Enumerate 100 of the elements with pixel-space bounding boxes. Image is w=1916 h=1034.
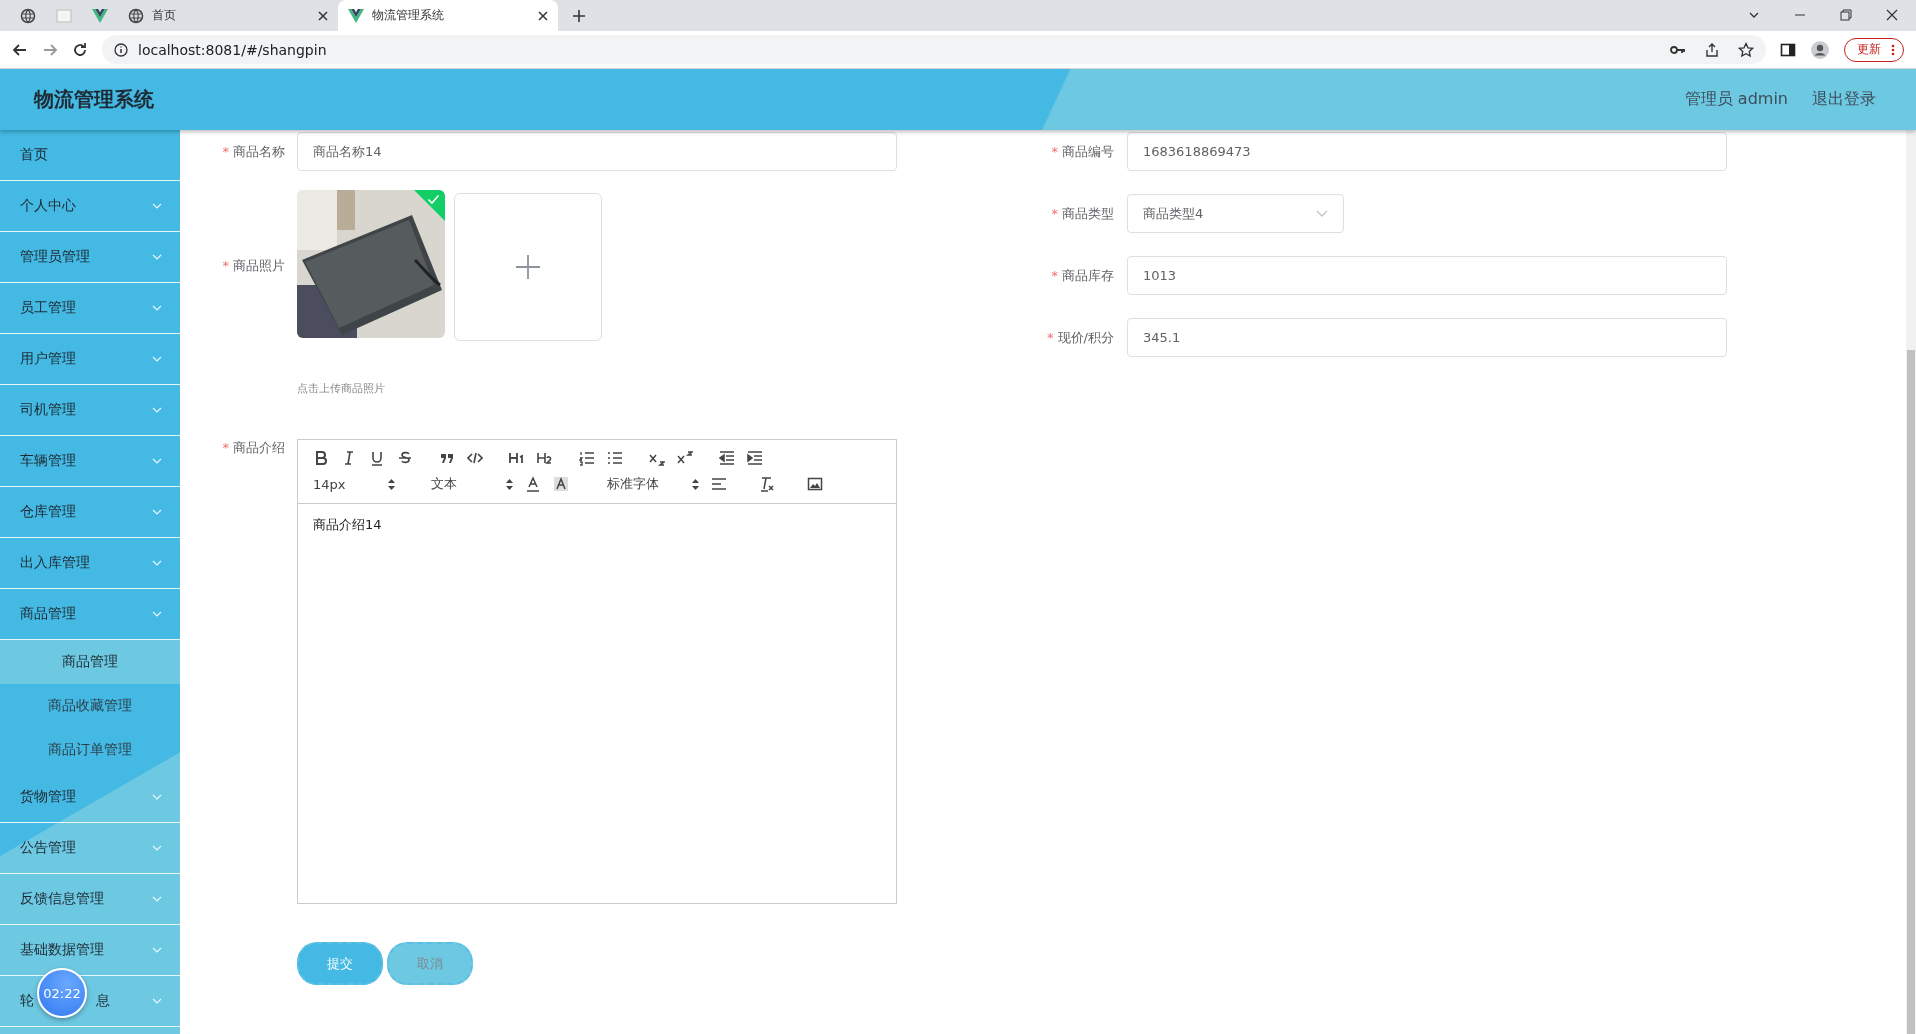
updown-icon (506, 478, 513, 490)
outdent-icon[interactable] (719, 450, 735, 466)
chevron-icon (152, 356, 162, 362)
chevron-icon (152, 896, 162, 902)
required-mark: * (222, 144, 229, 159)
menu-item[interactable]: 司机管理 (0, 385, 180, 436)
more-icon (1891, 43, 1895, 56)
highlight-icon[interactable] (553, 476, 569, 492)
new-tab-icon[interactable] (572, 9, 586, 23)
chevron-icon (152, 305, 162, 311)
align-icon[interactable] (711, 476, 727, 492)
close-icon[interactable] (318, 10, 328, 21)
field-label-text: 商品名称 (233, 144, 285, 159)
strike-icon[interactable] (397, 450, 413, 466)
bullet-list-icon[interactable] (607, 450, 623, 466)
tab-title: 首页 (152, 7, 177, 24)
required-mark: * (1047, 330, 1054, 345)
type-select[interactable]: 商品类型4 (1127, 194, 1344, 233)
text-color-icon[interactable] (525, 476, 541, 492)
submenu-item[interactable]: 商品管理 (0, 640, 180, 684)
bold-icon[interactable] (313, 450, 329, 466)
field-label-text: 商品编号 (1062, 144, 1114, 159)
chevron-icon (152, 203, 162, 209)
required-mark: * (1051, 206, 1058, 221)
update-button[interactable]: 更新 (1844, 37, 1904, 62)
text-field[interactable]: 1683618869473 (1127, 132, 1727, 171)
scroll-thumb[interactable] (1907, 350, 1915, 1034)
close-icon[interactable] (1886, 9, 1898, 21)
heading-one-icon[interactable] (509, 450, 525, 466)
tab-title: 物流管理系统 (372, 7, 445, 24)
profile-icon[interactable] (1810, 39, 1830, 60)
required-mark: * (1051, 144, 1058, 159)
reload-icon[interactable] (72, 41, 88, 58)
chevron-icon (152, 947, 162, 953)
info-icon (114, 42, 128, 57)
chevron-icon (152, 794, 162, 800)
v-logo-icon (92, 8, 108, 23)
globe-icon (128, 7, 144, 24)
restore-icon[interactable] (1840, 9, 1852, 21)
close-icon[interactable] (538, 10, 548, 21)
menu-item[interactable]: 车辆管理 (0, 436, 180, 487)
menu-item[interactable]: 用户管理 (0, 334, 180, 385)
editor-content[interactable]: 商品介绍14 (298, 504, 896, 546)
upload-hint: 点击上传商品照片 (297, 381, 386, 396)
menu-item[interactable]: 员工管理 (0, 283, 180, 334)
back-icon[interactable] (12, 41, 28, 58)
chevron-icon (152, 458, 162, 464)
chevron-icon (152, 560, 162, 566)
field-label-text: 商品类型 (1062, 206, 1114, 221)
code-icon[interactable] (467, 450, 483, 466)
menu-item[interactable]: 出入库管理 (0, 538, 180, 589)
menu-item[interactable]: 公告管理 (0, 823, 180, 874)
url-text: localhost:8081/#/shangpin (138, 41, 327, 58)
timer-badge: 02:22 (37, 968, 87, 1018)
image-icon[interactable] (807, 476, 823, 492)
underline-icon[interactable] (369, 450, 385, 466)
plus-icon (515, 254, 541, 280)
menu-item[interactable]: 仓库管理 (0, 487, 180, 538)
logout-link[interactable]: 退出登录 (1812, 89, 1876, 110)
chevron-icon (152, 254, 162, 260)
submenu-item[interactable]: 商品收藏管理 (0, 684, 180, 728)
address-bar[interactable]: localhost:8081/#/shangpin (102, 35, 1766, 64)
required-mark: * (222, 440, 229, 455)
menu-item[interactable]: 管理员管理 (0, 232, 180, 283)
chevron-icon (152, 998, 162, 1004)
chevron-icon (152, 611, 162, 617)
menu-item[interactable]: 货物管理 (0, 772, 180, 823)
browser-tab[interactable]: 首页 (118, 0, 338, 31)
required-mark: * (1051, 268, 1058, 283)
name-field[interactable]: 商品名称14 (297, 132, 897, 171)
field-label-text: 商品照片 (233, 258, 285, 273)
share-icon[interactable] (1704, 41, 1720, 58)
text-field[interactable]: 1013 (1127, 256, 1727, 295)
user-name: 管理员 admin (1684, 89, 1788, 110)
clear-format-icon[interactable] (759, 476, 775, 492)
key-icon[interactable] (1670, 43, 1686, 56)
star-icon[interactable] (1738, 41, 1754, 58)
v-logo-icon (348, 8, 364, 23)
field-label-text: 商品介绍 (233, 440, 285, 455)
chevron-icon (152, 407, 162, 413)
menu-item[interactable]: 反馈信息管理 (0, 874, 180, 925)
browser-tab[interactable]: 物流管理系统 (338, 0, 558, 31)
forward-icon[interactable] (42, 41, 58, 58)
submenu-item[interactable]: 商品订单管理 (0, 728, 180, 772)
side-panel-icon[interactable] (1780, 41, 1796, 58)
ordered-list-icon[interactable] (579, 450, 595, 466)
field-label-text: 现价/积分 (1057, 330, 1114, 345)
menu-item[interactable]: 个人中心 (0, 181, 180, 232)
heading-two-icon[interactable] (537, 450, 553, 466)
menu-item[interactable]: 首页 (0, 130, 180, 181)
font-picker[interactable]: 标准字体 (607, 475, 699, 493)
font-size-picker[interactable]: 14px (313, 476, 395, 492)
text-field[interactable]: 345.1 (1127, 318, 1727, 357)
superscript-icon[interactable] (677, 450, 693, 466)
chevron-icon (152, 509, 162, 515)
block-format-picker[interactable]: 文本 (431, 475, 513, 493)
chevron-icon (152, 845, 162, 851)
field-label-text: 商品库存 (1062, 268, 1114, 283)
globe-icon (20, 7, 36, 24)
indent-icon[interactable] (747, 450, 763, 466)
